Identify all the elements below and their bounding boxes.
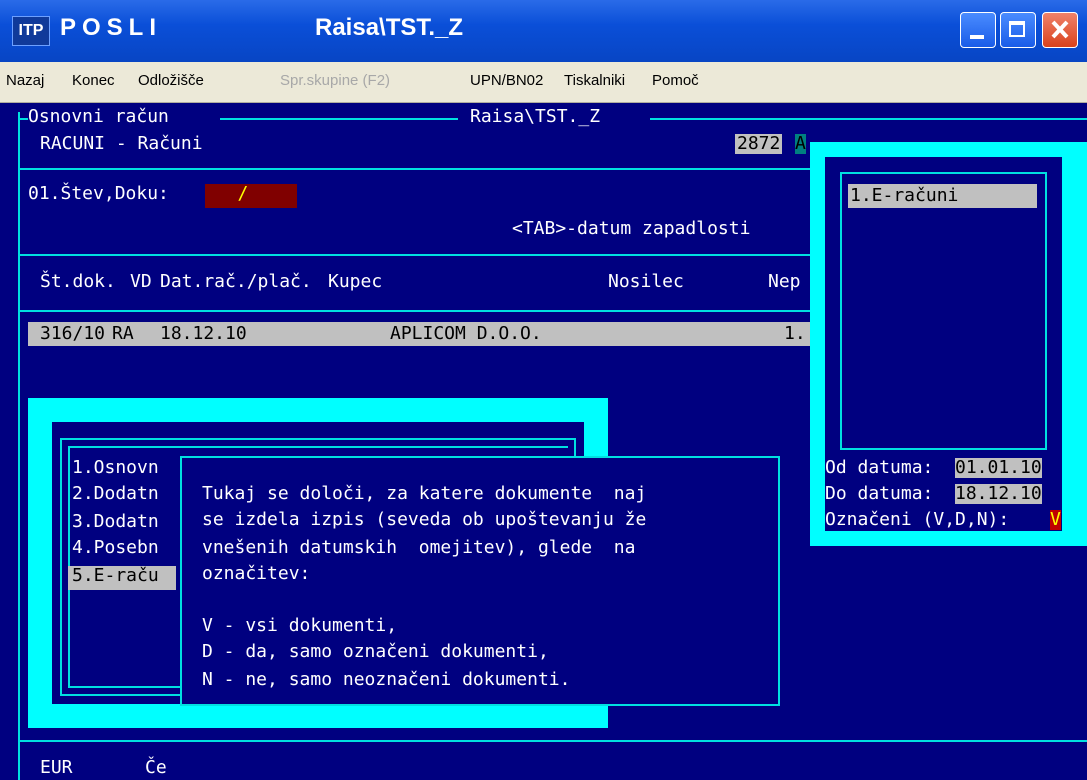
tab-hint: <TAB>-datum zapadlosti bbox=[512, 218, 751, 239]
close-icon bbox=[1051, 20, 1069, 39]
app-icon[interactable]: ITP bbox=[12, 16, 50, 46]
from-date-label: Od datuma: bbox=[825, 457, 934, 478]
col-nosilec: Nosilec bbox=[608, 271, 684, 292]
col-datum: Dat.rač./plač. bbox=[160, 271, 312, 292]
menu-tiskalniki[interactable]: Tiskalniki bbox=[564, 72, 625, 89]
frame-company: Raisa\TST._Z bbox=[470, 106, 601, 127]
app-name: POSLI bbox=[60, 14, 163, 41]
maximize-icon bbox=[1009, 21, 1025, 37]
col-stdok: Št.dok. bbox=[40, 271, 116, 292]
col-kupec: Kupec bbox=[328, 271, 383, 292]
minimize-icon bbox=[970, 35, 984, 39]
menu-item-5[interactable]: 5.E-raču bbox=[72, 566, 159, 586]
divider bbox=[18, 254, 818, 256]
module-title: RACUNI - Računi bbox=[40, 133, 203, 154]
doc-field-label: 01.Štev,Doku: bbox=[28, 183, 169, 204]
row-customer: APLICOM D.O.O. bbox=[390, 323, 542, 344]
menu-upn-bn02[interactable]: UPN/BN02 bbox=[470, 72, 543, 89]
from-date-input[interactable]: 01.01.10 bbox=[955, 458, 1042, 478]
menu-pomoc[interactable]: Pomoč bbox=[652, 72, 699, 89]
number-badge: 2872 bbox=[735, 133, 783, 154]
col-vd: VD bbox=[130, 271, 152, 292]
currency-next: Če bbox=[145, 757, 167, 778]
marked-input[interactable]: V bbox=[1050, 510, 1061, 530]
doc-field-value: / bbox=[205, 183, 249, 204]
menu-konec[interactable]: Konec bbox=[72, 72, 115, 89]
divider bbox=[18, 168, 818, 170]
right-list-frame bbox=[840, 172, 1047, 450]
window-title: Raisa\TST._Z bbox=[315, 14, 464, 41]
close-button[interactable] bbox=[1042, 12, 1078, 48]
menu-odlozisce[interactable]: Odložišče bbox=[138, 72, 204, 89]
frame-top-border bbox=[18, 118, 28, 120]
help-line-2: se izdela izpis (seveda ob upoštevanju ž… bbox=[202, 509, 647, 530]
currency: EUR bbox=[40, 757, 73, 778]
frame-top-border bbox=[650, 118, 1087, 120]
title-bar[interactable] bbox=[0, 0, 1087, 62]
row-doc: 316/10 bbox=[40, 323, 106, 344]
help-line-3: vnešenih datumskih omejitev), glede na bbox=[202, 537, 636, 558]
menu-bar: Nazaj Konec Odložišče Spr.skupine (F2) U… bbox=[0, 62, 1087, 103]
menu-item-2[interactable]: 2.Dodatn bbox=[72, 484, 159, 504]
row-date: 18.12.10 bbox=[160, 323, 247, 344]
help-line-4: označitev: bbox=[202, 563, 311, 584]
minimize-button[interactable] bbox=[960, 12, 996, 48]
help-line-1: Tukaj se določi, za katere dokumente naj bbox=[202, 483, 647, 504]
row-vd: RA bbox=[112, 323, 134, 344]
right-list-item[interactable]: 1.E-računi bbox=[850, 186, 958, 206]
menu-nazaj[interactable]: Nazaj bbox=[6, 72, 44, 89]
help-line-6: V - vsi dokumenti, bbox=[202, 615, 398, 636]
help-line-8: N - ne, samo neoznačeni dokumenti. bbox=[202, 669, 571, 690]
marked-label: Označeni (V,D,N): bbox=[825, 509, 1010, 530]
menu-item-4[interactable]: 4.Posebn bbox=[72, 538, 159, 558]
help-line-7: D - da, samo označeni dokumenti, bbox=[202, 641, 549, 662]
menu-spr-skupine[interactable]: Spr.skupine (F2) bbox=[280, 72, 390, 89]
maximize-button[interactable] bbox=[1000, 12, 1036, 48]
to-date-input[interactable]: 18.12.10 bbox=[955, 484, 1042, 504]
frame-top-border bbox=[220, 118, 458, 120]
frame-title: Osnovni račun bbox=[28, 106, 169, 127]
number-badge-suffix: A bbox=[795, 133, 806, 154]
divider bbox=[18, 740, 1087, 742]
menu-item-3[interactable]: 3.Dodatn bbox=[72, 512, 159, 532]
col-nep: Nep bbox=[768, 271, 801, 292]
frame-left-border bbox=[18, 112, 20, 780]
divider bbox=[18, 310, 818, 312]
row-value: 1. bbox=[784, 323, 806, 344]
to-date-label: Do datuma: bbox=[825, 483, 934, 504]
menu-item-1[interactable]: 1.Osnovn bbox=[72, 458, 159, 478]
